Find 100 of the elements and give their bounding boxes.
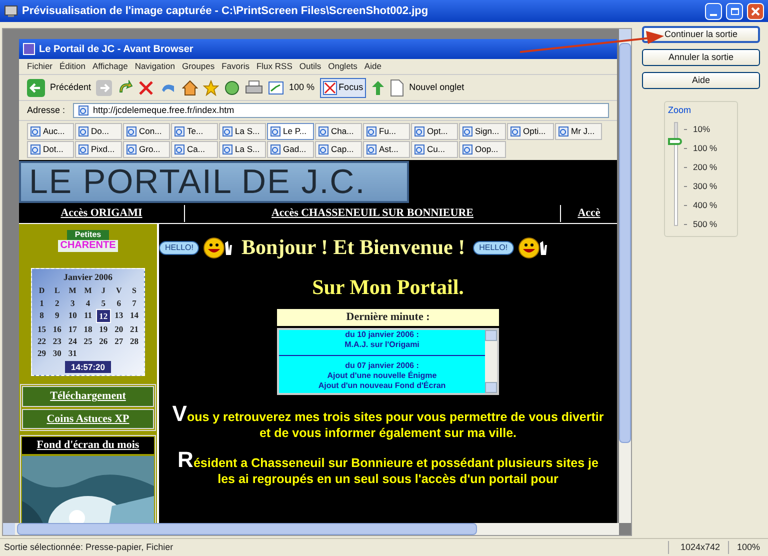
news-scrollbar[interactable] [485, 330, 497, 392]
calendar-day[interactable]: 1 [34, 296, 50, 308]
menu-item[interactable]: Outils [299, 60, 322, 73]
slider-thumb[interactable] [668, 138, 682, 146]
sidebar-link[interactable]: Téléchargement [22, 386, 154, 407]
focus-button[interactable]: Focus [320, 78, 366, 98]
browser-tab[interactable]: Cap... [315, 141, 362, 158]
calendar-day[interactable]: 7 [126, 296, 142, 308]
calendar-day[interactable]: 30 [49, 346, 65, 358]
new-tab-button[interactable]: Nouvel onglet [409, 80, 464, 94]
menu-item[interactable]: Aide [364, 60, 382, 73]
browser-tab[interactable]: Cha... [315, 123, 362, 140]
arrow-up-icon[interactable] [371, 80, 386, 96]
calendar-day[interactable]: 15 [34, 322, 50, 334]
action-button[interactable]: Aide [642, 72, 760, 89]
browser-tab[interactable]: Mr J... [555, 123, 602, 140]
printer-icon[interactable] [245, 80, 264, 96]
calendar-day[interactable]: 29 [34, 346, 50, 358]
menu-item[interactable]: Favoris [222, 60, 250, 73]
calendar-day[interactable]: 27 [111, 334, 127, 346]
star-icon[interactable] [203, 80, 220, 96]
browser-tab[interactable]: Te... [171, 123, 218, 140]
hello-bubble: HELLO! [159, 240, 200, 255]
vertical-scrollbar[interactable] [619, 29, 631, 523]
menu-item[interactable]: Groupes [182, 60, 215, 73]
calendar-day[interactable]: 13 [111, 308, 127, 322]
menu-item[interactable]: Onglets [328, 60, 358, 73]
calendar-day[interactable]: 9 [49, 308, 65, 322]
menu-item[interactable]: Flux RSS [256, 60, 292, 73]
browser-tab[interactable]: Auc... [27, 123, 74, 140]
menu-item[interactable]: Navigation [134, 60, 175, 73]
sidebar-link[interactable]: Coins Astuces XP [22, 408, 154, 430]
calendar-day[interactable]: 25 [80, 334, 96, 346]
browser-tab[interactable]: Fu... [363, 123, 410, 140]
calendar-day[interactable]: 2 [49, 296, 65, 308]
close-button[interactable] [747, 2, 764, 20]
maximize-button[interactable] [726, 2, 743, 20]
calendar-day[interactable]: 24 [64, 334, 80, 346]
browser-tab[interactable]: Ast... [363, 141, 410, 158]
calendar-day[interactable]: 10 [64, 308, 80, 322]
document-icon[interactable] [390, 78, 404, 96]
browser-tab[interactable]: Cu... [411, 141, 458, 158]
calendar-day[interactable]: 26 [96, 334, 112, 346]
calendar-day[interactable]: 11 [80, 308, 96, 322]
action-button[interactable]: Annuler la sortie [642, 49, 760, 66]
page-icon [222, 126, 233, 137]
browser-tab[interactable]: Ca... [171, 141, 218, 158]
browser-tab[interactable]: Gad... [267, 141, 314, 158]
nav-link[interactable]: Accè [578, 205, 600, 222]
calendar-day[interactable]: 20 [111, 322, 127, 334]
browser-tab[interactable]: Opt... [411, 123, 458, 140]
address-field[interactable]: http://jcdelemeque.free.fr/index.htm [73, 103, 609, 118]
zoom-level-label: 500 % [693, 218, 718, 231]
browser-tab[interactable]: Oop... [459, 141, 506, 158]
browser-tab[interactable]: La S... [219, 123, 266, 140]
browser-tab[interactable]: Opti... [507, 123, 554, 140]
stop-icon[interactable] [138, 80, 154, 96]
horizontal-scrollbar[interactable] [3, 523, 619, 535]
zoom-slider[interactable] [668, 122, 684, 226]
browser-tab[interactable]: Gro... [123, 141, 170, 158]
browser-tab[interactable]: Con... [123, 123, 170, 140]
menu-item[interactable]: Fichier [27, 60, 53, 73]
intro-paragraph: Résident a Chasseneuil sur Bonnieure et possédant plusieurs sites je les ai regroupés en un seul sous l'accès d'un portail pour [176, 448, 600, 486]
calendar-day[interactable]: 17 [64, 322, 80, 334]
globe-icon[interactable] [224, 80, 240, 96]
browser-tab[interactable]: Le P... [267, 123, 314, 140]
calendar-day[interactable]: 14 [126, 308, 142, 322]
calendar-day[interactable]: 31 [64, 346, 80, 358]
zoom-dropdown[interactable]: 100 % [289, 80, 315, 94]
calendar-day[interactable]: 22 [34, 334, 50, 346]
action-button[interactable]: Continuer la sortie [642, 26, 760, 43]
calendar-day[interactable]: 4 [80, 296, 96, 308]
calendar-day[interactable]: 19 [96, 322, 112, 334]
calendar-day[interactable]: 23 [49, 334, 65, 346]
calendar-day[interactable]: 16 [49, 322, 65, 334]
browser-tab[interactable]: La S... [219, 141, 266, 158]
calendar-day[interactable]: 3 [64, 296, 80, 308]
calendar-day[interactable]: 5 [96, 296, 112, 308]
browser-tab[interactable]: Dot... [27, 141, 74, 158]
menu-item[interactable]: Affichage [92, 60, 128, 73]
nav-link[interactable]: Accès ORIGAMI [60, 205, 142, 222]
calendar-day[interactable]: 21 [126, 322, 142, 334]
calendar-day[interactable]: 8 [34, 308, 50, 322]
refresh-icon[interactable] [117, 80, 134, 96]
calendar-day[interactable]: 28 [126, 334, 142, 346]
calendar-day[interactable]: 12 [96, 308, 112, 322]
minimize-button[interactable] [705, 2, 722, 20]
calendar-day[interactable]: 6 [111, 296, 127, 308]
back-button[interactable]: Précédent [50, 80, 92, 94]
calendar-day[interactable]: 18 [80, 322, 96, 334]
home-icon[interactable] [182, 80, 198, 96]
menu-item[interactable]: Édition [60, 60, 86, 73]
browser-tab[interactable]: Pixd... [75, 141, 122, 158]
weekday-label: S [131, 284, 138, 296]
subheading: Sur Mon Portail. [312, 274, 464, 300]
nav-link[interactable]: Accès CHASSENEUIL SUR BONNIEURE [271, 205, 474, 222]
chart-icon[interactable] [268, 80, 284, 96]
browser-tab[interactable]: Do... [75, 123, 122, 140]
page-icon [366, 144, 377, 155]
browser-tab[interactable]: Sign... [459, 123, 506, 140]
